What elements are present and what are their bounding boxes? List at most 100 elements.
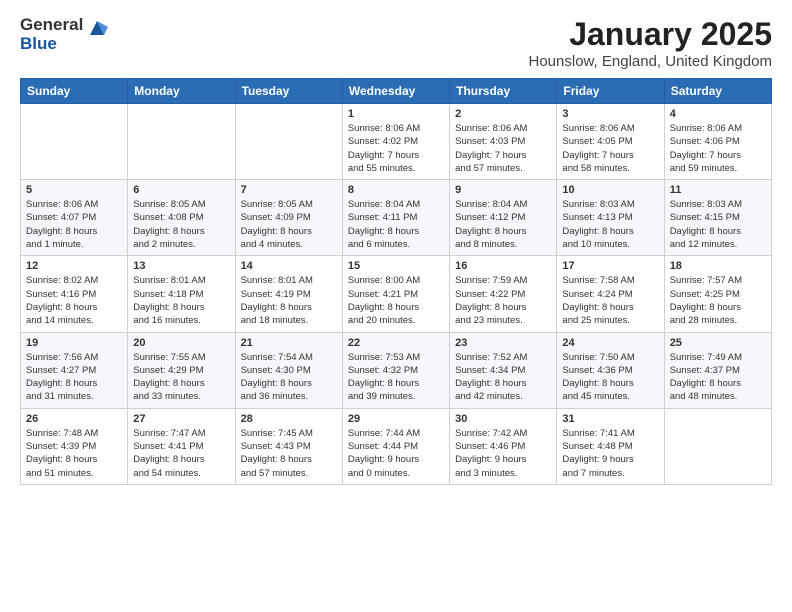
day-info: Sunrise: 7:44 AM Sunset: 4:44 PM Dayligh… xyxy=(348,427,444,480)
day-number: 4 xyxy=(670,108,766,120)
calendar-cell: 25 Sunrise: 7:49 AM Sunset: 4:37 PM Dayli… xyxy=(664,332,771,408)
day-number: 30 xyxy=(455,413,551,425)
day-info: Sunrise: 7:52 AM Sunset: 4:34 PM Dayligh… xyxy=(455,351,551,404)
day-number: 3 xyxy=(562,108,658,120)
calendar-cell: 20Sunrise: 7:55 AM Sunset: 4:29 PM Dayli… xyxy=(128,332,235,408)
day-number: 19 xyxy=(26,337,122,349)
subtitle: Hounslow, England, United Kingdom xyxy=(529,53,773,70)
calendar-cell: 21 Sunrise: 7:54 AM Sunset: 4:30 PM Dayli… xyxy=(235,332,342,408)
day-info: Sunrise: 7:48 AM Sunset: 4:39 PM Dayligh… xyxy=(26,427,122,480)
col-wednesday: Wednesday xyxy=(342,79,449,104)
day-number: 29 xyxy=(348,413,444,425)
day-info: Sunrise: 8:04 AM Sunset: 4:12 PM Dayligh… xyxy=(455,198,551,251)
calendar-cell: 27 Sunrise: 7:47 AM Sunset: 4:41 PM Dayli… xyxy=(128,408,235,484)
day-number: 9 xyxy=(455,184,551,196)
day-number: 8 xyxy=(348,184,444,196)
day-info: Sunrise: 8:05 AM Sunset: 4:09 PM Dayligh… xyxy=(241,198,337,251)
day-number: 10 xyxy=(562,184,658,196)
col-monday: Monday xyxy=(128,79,235,104)
day-number: 21 xyxy=(241,337,337,349)
logo-blue: Blue xyxy=(20,35,83,54)
calendar-cell: 11Sunrise: 8:03 AM Sunset: 4:15 PM Dayli… xyxy=(664,180,771,256)
calendar-week-row: 19 Sunrise: 7:56 AM Sunset: 4:27 PM Dayli… xyxy=(21,332,772,408)
logo-text: General Blue xyxy=(20,16,83,53)
main-title: January 2025 xyxy=(529,16,773,53)
calendar-cell: 30 Sunrise: 7:42 AM Sunset: 4:46 PM Dayli… xyxy=(450,408,557,484)
col-tuesday: Tuesday xyxy=(235,79,342,104)
day-info: Sunrise: 7:47 AM Sunset: 4:41 PM Dayligh… xyxy=(133,427,229,480)
day-info: Sunrise: 7:56 AM Sunset: 4:27 PM Dayligh… xyxy=(26,351,122,404)
day-info: Sunrise: 7:58 AM Sunset: 4:24 PM Dayligh… xyxy=(562,274,658,327)
day-info: Sunrise: 7:50 AM Sunset: 4:36 PM Dayligh… xyxy=(562,351,658,404)
col-sunday: Sunday xyxy=(21,79,128,104)
day-info: Sunrise: 8:06 AM Sunset: 4:06 PM Dayligh… xyxy=(670,122,766,175)
day-number: 25 xyxy=(670,337,766,349)
day-info: Sunrise: 7:41 AM Sunset: 4:48 PM Dayligh… xyxy=(562,427,658,480)
calendar-week-row: 5 Sunrise: 8:06 AM Sunset: 4:07 PM Daylig… xyxy=(21,180,772,256)
calendar-cell: 16 Sunrise: 7:59 AM Sunset: 4:22 PM Dayli… xyxy=(450,256,557,332)
calendar-cell: 9 Sunrise: 8:04 AM Sunset: 4:12 PM Daylig… xyxy=(450,180,557,256)
calendar-cell: 8Sunrise: 8:04 AM Sunset: 4:11 PM Daylig… xyxy=(342,180,449,256)
day-info: Sunrise: 8:03 AM Sunset: 4:15 PM Dayligh… xyxy=(670,198,766,251)
day-number: 7 xyxy=(241,184,337,196)
day-number: 6 xyxy=(133,184,229,196)
calendar-cell: 2Sunrise: 8:06 AM Sunset: 4:03 PM Daylig… xyxy=(450,104,557,180)
calendar-cell: 23 Sunrise: 7:52 AM Sunset: 4:34 PM Dayli… xyxy=(450,332,557,408)
title-block: January 2025 Hounslow, England, United K… xyxy=(529,16,773,70)
day-number: 13 xyxy=(133,260,229,272)
day-info: Sunrise: 8:00 AM Sunset: 4:21 PM Dayligh… xyxy=(348,274,444,327)
header: General Blue January 2025 Hounslow, Engl… xyxy=(20,16,772,70)
calendar-cell: 4 Sunrise: 8:06 AM Sunset: 4:06 PM Daylig… xyxy=(664,104,771,180)
calendar-cell: 12Sunrise: 8:02 AM Sunset: 4:16 PM Dayli… xyxy=(21,256,128,332)
day-number: 1 xyxy=(348,108,444,120)
day-info: Sunrise: 7:59 AM Sunset: 4:22 PM Dayligh… xyxy=(455,274,551,327)
col-saturday: Saturday xyxy=(664,79,771,104)
page: General Blue January 2025 Hounslow, Engl… xyxy=(0,0,792,495)
calendar-cell xyxy=(128,104,235,180)
day-number: 23 xyxy=(455,337,551,349)
calendar-cell: 1Sunrise: 8:06 AM Sunset: 4:02 PM Daylig… xyxy=(342,104,449,180)
day-number: 16 xyxy=(455,260,551,272)
day-number: 28 xyxy=(241,413,337,425)
calendar-cell: 26Sunrise: 7:48 AM Sunset: 4:39 PM Dayli… xyxy=(21,408,128,484)
calendar-cell: 17 Sunrise: 7:58 AM Sunset: 4:24 PM Dayli… xyxy=(557,256,664,332)
day-info: Sunrise: 7:45 AM Sunset: 4:43 PM Dayligh… xyxy=(241,427,337,480)
calendar-cell: 14Sunrise: 8:01 AM Sunset: 4:19 PM Dayli… xyxy=(235,256,342,332)
col-friday: Friday xyxy=(557,79,664,104)
day-info: Sunrise: 7:42 AM Sunset: 4:46 PM Dayligh… xyxy=(455,427,551,480)
calendar-cell xyxy=(235,104,342,180)
calendar-cell: 3Sunrise: 8:06 AM Sunset: 4:05 PM Daylig… xyxy=(557,104,664,180)
calendar-cell: 22Sunrise: 7:53 AM Sunset: 4:32 PM Dayli… xyxy=(342,332,449,408)
calendar-table: Sunday Monday Tuesday Wednesday Thursday… xyxy=(20,78,772,485)
day-info: Sunrise: 7:49 AM Sunset: 4:37 PM Dayligh… xyxy=(670,351,766,404)
calendar-cell: 31 Sunrise: 7:41 AM Sunset: 4:48 PM Dayli… xyxy=(557,408,664,484)
day-number: 24 xyxy=(562,337,658,349)
calendar-cell: 15Sunrise: 8:00 AM Sunset: 4:21 PM Dayli… xyxy=(342,256,449,332)
calendar-cell xyxy=(664,408,771,484)
calendar-cell: 18Sunrise: 7:57 AM Sunset: 4:25 PM Dayli… xyxy=(664,256,771,332)
calendar-cell: 29 Sunrise: 7:44 AM Sunset: 4:44 PM Dayli… xyxy=(342,408,449,484)
logo-general: General xyxy=(20,16,83,35)
day-info: Sunrise: 7:55 AM Sunset: 4:29 PM Dayligh… xyxy=(133,351,229,404)
day-info: Sunrise: 8:06 AM Sunset: 4:03 PM Dayligh… xyxy=(455,122,551,175)
day-info: Sunrise: 7:54 AM Sunset: 4:30 PM Dayligh… xyxy=(241,351,337,404)
day-info: Sunrise: 8:02 AM Sunset: 4:16 PM Dayligh… xyxy=(26,274,122,327)
day-number: 27 xyxy=(133,413,229,425)
calendar-cell xyxy=(21,104,128,180)
day-info: Sunrise: 8:06 AM Sunset: 4:07 PM Dayligh… xyxy=(26,198,122,251)
calendar-week-row: 1Sunrise: 8:06 AM Sunset: 4:02 PM Daylig… xyxy=(21,104,772,180)
day-info: Sunrise: 8:05 AM Sunset: 4:08 PM Dayligh… xyxy=(133,198,229,251)
calendar-cell: 7 Sunrise: 8:05 AM Sunset: 4:09 PM Daylig… xyxy=(235,180,342,256)
calendar-cell: 13Sunrise: 8:01 AM Sunset: 4:18 PM Dayli… xyxy=(128,256,235,332)
calendar-week-row: 12Sunrise: 8:02 AM Sunset: 4:16 PM Dayli… xyxy=(21,256,772,332)
calendar-cell: 24 Sunrise: 7:50 AM Sunset: 4:36 PM Dayli… xyxy=(557,332,664,408)
calendar-header-row: Sunday Monday Tuesday Wednesday Thursday… xyxy=(21,79,772,104)
day-number: 31 xyxy=(562,413,658,425)
day-number: 5 xyxy=(26,184,122,196)
calendar-cell: 5 Sunrise: 8:06 AM Sunset: 4:07 PM Daylig… xyxy=(21,180,128,256)
day-number: 14 xyxy=(241,260,337,272)
calendar-cell: 10 Sunrise: 8:03 AM Sunset: 4:13 PM Dayli… xyxy=(557,180,664,256)
calendar-cell: 28 Sunrise: 7:45 AM Sunset: 4:43 PM Dayli… xyxy=(235,408,342,484)
day-number: 17 xyxy=(562,260,658,272)
day-info: Sunrise: 8:03 AM Sunset: 4:13 PM Dayligh… xyxy=(562,198,658,251)
